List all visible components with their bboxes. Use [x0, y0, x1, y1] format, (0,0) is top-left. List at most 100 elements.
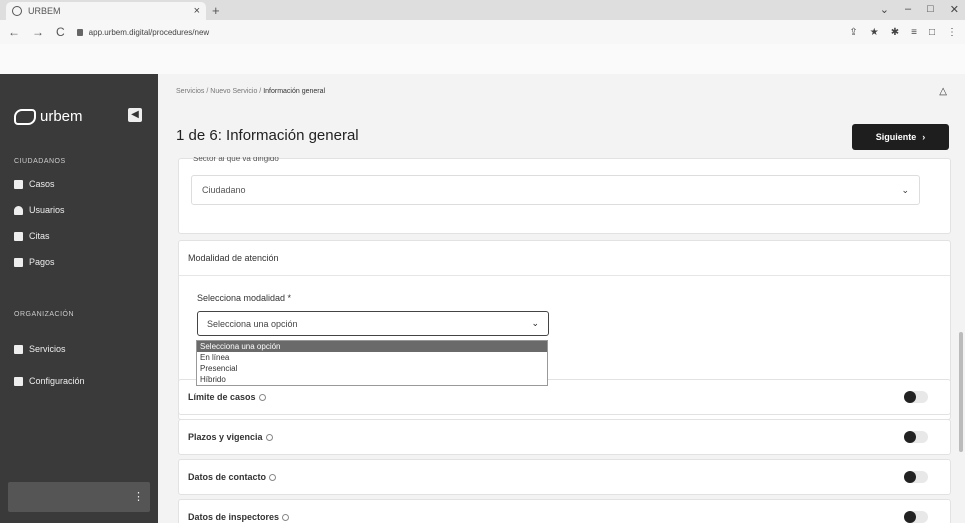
section-plazos-y-vigencia: Plazos y vigencia — [178, 419, 951, 455]
audience-select[interactable]: Ciudadano ⌄ — [191, 175, 920, 205]
datos-de-contacto-toggle[interactable] — [904, 471, 928, 483]
bookmark-star-icon[interactable]: ★ — [870, 27, 879, 38]
section-label-text: Datos de inspectores — [188, 512, 280, 522]
info-icon[interactable] — [282, 513, 290, 521]
section-label-ciudadanos: CIUDADANOS — [14, 158, 66, 165]
dropdown-option[interactable]: Híbrido — [197, 374, 547, 385]
toggle-knob — [904, 431, 916, 443]
minimize-button[interactable]: – — [905, 3, 911, 16]
sidebar-item-label: Pagos — [29, 257, 55, 267]
reading-list-icon[interactable]: ≡ — [911, 27, 917, 38]
dropdown-option[interactable]: En línea — [197, 352, 547, 363]
calendar-icon — [14, 231, 23, 241]
collapse-sidebar-button[interactable]: ◀ — [128, 108, 142, 122]
sidebar-item-usuarios[interactable]: Usuarios — [14, 205, 65, 215]
tab-close-icon[interactable]: × — [194, 5, 200, 17]
close-window-button[interactable]: ✕ — [950, 3, 959, 16]
section-label: Plazos y vigencia — [188, 432, 273, 442]
modality-select[interactable]: Selecciona una opción ⌄ — [197, 311, 549, 336]
chevron-down-icon: ⌄ — [901, 184, 909, 195]
info-icon[interactable] — [265, 433, 273, 441]
breadcrumb-servicios[interactable]: Servicios — [176, 88, 204, 95]
user-menu-icon[interactable]: ⋮ — [133, 490, 144, 503]
sidebar-item-label: Casos — [29, 179, 55, 189]
info-icon[interactable] — [269, 473, 277, 481]
sidebar-item-label: Servicios — [29, 344, 66, 354]
tab-search-button[interactable]: ⌄ — [880, 3, 889, 16]
section-datos-de-contacto: Datos de contacto — [178, 459, 951, 495]
section-label-text: Límite de casos — [188, 392, 256, 402]
audience-card: Sector al que va dirigido Ciudadano ⌄ — [178, 157, 951, 234]
sidebar: urbem ◀ CIUDADANOS Casos Usuarios Citas … — [0, 74, 158, 523]
favicon-icon — [12, 6, 22, 16]
lock-icon — [76, 28, 83, 36]
sidebar-item-casos[interactable]: Casos — [14, 179, 55, 189]
plazos-y-vigencia-toggle[interactable] — [904, 431, 928, 443]
next-button[interactable]: Siguiente › — [852, 124, 949, 150]
new-tab-button[interactable]: + — [212, 3, 220, 18]
dropdown-option[interactable]: Selecciona una opción — [197, 341, 547, 352]
maximize-button[interactable]: □ — [927, 3, 934, 16]
share-icon[interactable]: ⇪ — [849, 27, 857, 38]
breadcrumb-current: Información general — [263, 88, 326, 95]
chevron-down-icon: ⌄ — [531, 318, 539, 328]
browser-tab[interactable]: URBEM × — [6, 2, 206, 20]
browser-menu-icon[interactable]: ⋮ — [947, 27, 957, 38]
audience-field-label: Sector al que va dirigido — [193, 157, 279, 163]
modality-section-title: Modalidad de atención — [188, 253, 279, 263]
audience-select-value: Ciudadano — [202, 185, 246, 195]
toggle-knob — [904, 391, 916, 403]
urbem-logo-icon — [14, 108, 36, 125]
section-label-text: Datos de contacto — [188, 472, 267, 482]
sidebar-item-configuracion[interactable]: Configuración — [14, 376, 85, 386]
sidebar-item-label: Configuración — [29, 376, 85, 386]
breadcrumb-nuevo-servicio[interactable]: Nuevo Servicio — [210, 88, 257, 95]
datos-de-inspectores-toggle[interactable] — [904, 511, 928, 523]
page-top-strip — [0, 44, 965, 74]
section-label: Datos de contacto — [188, 472, 277, 482]
services-icon — [14, 344, 23, 354]
page-title: 1 de 6: Información general — [176, 127, 359, 144]
section-label: Límite de casos — [188, 392, 266, 402]
section-label-text: Plazos y vigencia — [188, 432, 263, 442]
modality-select-value: Selecciona una opción — [207, 318, 298, 329]
info-icon[interactable] — [258, 393, 266, 401]
modality-field-label: Selecciona modalidad * — [197, 293, 292, 303]
browser-tab-bar: URBEM × + ⌄ – □ ✕ — [0, 0, 965, 20]
divider — [179, 275, 950, 276]
url-field[interactable]: app.urbem.digital/procedures/new — [76, 28, 838, 37]
reload-icon[interactable]: C — [56, 25, 65, 39]
breadcrumb-separator: / — [259, 88, 262, 95]
browser-toolbar-icons: ⇪ ★ ✱ ≡ □ ⋮ — [849, 27, 957, 38]
sidebar-item-citas[interactable]: Citas — [14, 231, 50, 241]
sidebar-item-servicios[interactable]: Servicios — [14, 344, 66, 354]
next-button-label: Siguiente — [875, 132, 917, 142]
address-bar: ← → C app.urbem.digital/procedures/new ⇪… — [0, 20, 965, 44]
payments-icon — [14, 257, 23, 267]
sidepanel-icon[interactable]: □ — [929, 27, 935, 38]
user-icon — [14, 205, 23, 215]
modality-dropdown-list: Selecciona una opción En línea Presencia… — [196, 340, 548, 386]
sidebar-item-label: Usuarios — [29, 205, 65, 215]
folder-icon — [14, 179, 23, 189]
gear-icon — [14, 376, 23, 386]
chevron-right-icon: › — [922, 132, 926, 142]
window-controls: ⌄ – □ ✕ — [880, 3, 959, 16]
notification-bell-icon[interactable]: △ — [939, 86, 947, 97]
main-content: Servicios / Nuevo Servicio / Información… — [158, 74, 965, 523]
limite-de-casos-toggle[interactable] — [904, 391, 928, 403]
dropdown-option[interactable]: Presencial — [197, 363, 547, 374]
scrollbar-thumb[interactable] — [959, 332, 963, 452]
brand-logo[interactable]: urbem — [14, 108, 83, 125]
breadcrumb: Servicios / Nuevo Servicio / Información… — [176, 88, 325, 95]
section-label-organizacion: ORGANIZACIÓN — [14, 311, 75, 318]
toggle-knob — [904, 471, 916, 483]
sidebar-item-pagos[interactable]: Pagos — [14, 257, 55, 267]
section-datos-de-inspectores: Datos de inspectores — [178, 499, 951, 523]
extensions-icon[interactable]: ✱ — [891, 27, 899, 38]
user-menu[interactable]: ⋮ — [8, 482, 150, 512]
back-icon[interactable]: ← — [8, 25, 20, 39]
forward-icon[interactable]: → — [32, 25, 44, 39]
tab-title: URBEM — [28, 6, 61, 16]
brand-name: urbem — [40, 108, 83, 125]
